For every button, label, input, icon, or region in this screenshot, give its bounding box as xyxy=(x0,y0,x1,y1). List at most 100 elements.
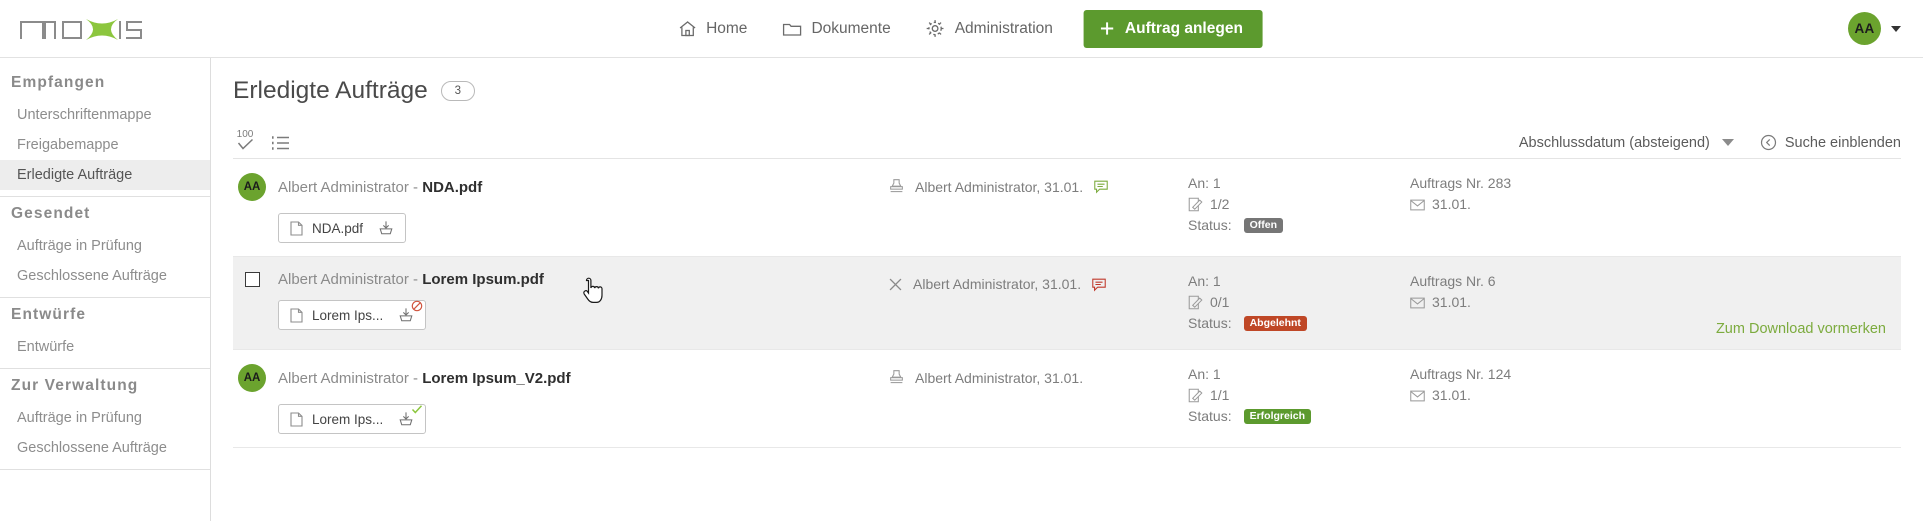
chevron-down-icon[interactable] xyxy=(1891,26,1901,32)
sort-dropdown-label: Abschlussdatum (absteigend) xyxy=(1519,135,1710,151)
sort-dropdown[interactable]: Abschlussdatum (absteigend) xyxy=(1519,135,1734,151)
create-order-label: Auftrag anlegen xyxy=(1125,20,1243,38)
row-status-label: Status: xyxy=(1188,406,1232,427)
row-status-column: An: 1 1/1 Status: Erfolgreich xyxy=(1188,364,1406,427)
file-chip-label: NDA.pdf xyxy=(312,221,363,236)
row-order-date: 31.01. xyxy=(1432,292,1471,313)
file-chip[interactable]: NDA.pdf xyxy=(278,213,406,243)
check-icon xyxy=(237,138,254,151)
row-order-column: Auftrags Nr. 124 31.01. xyxy=(1406,364,1901,406)
select-all-control[interactable]: 100 xyxy=(233,130,257,151)
row-recipients-label: An: 1 xyxy=(1188,173,1221,194)
row-recipients-label: An: 1 xyxy=(1188,271,1221,292)
file-chip[interactable]: Lorem Ips... xyxy=(278,300,426,330)
nav-item-dokumente[interactable]: Dokumente xyxy=(764,9,907,49)
mark-for-download-link[interactable]: Zum Download vormerken xyxy=(1716,321,1886,337)
row-document-header: AA Albert Administrator - NDA.pdf xyxy=(238,173,888,201)
body: Empfangen Unterschriftenmappe Freigabema… xyxy=(0,58,1923,521)
download-icon[interactable] xyxy=(378,220,394,236)
main-content: Erledigte Aufträge 3 100 xyxy=(211,58,1923,521)
row-owner: Albert Administrator xyxy=(278,271,409,288)
sidebar-item-verwaltung-auftraege-in-pruefung[interactable]: Aufträge in Prüfung xyxy=(0,403,210,433)
sidebar-group-entwuerfe: Entwürfe Entwürfe xyxy=(0,298,210,362)
row-document-column: AA Albert Administrator - Lorem Ipsum_V2… xyxy=(233,364,888,434)
sidebar-item-unterschriftenmappe[interactable]: Unterschriftenmappe xyxy=(0,100,210,130)
row-signature-column: Albert Administrator, 31.01. xyxy=(888,173,1188,195)
sidebar-group-zur-verwaltung: Zur Verwaltung Aufträge in Prüfung Gesch… xyxy=(0,369,210,463)
chevron-down-icon xyxy=(1722,139,1734,146)
row-signature-column: Albert Administrator, 31.01. xyxy=(888,271,1188,292)
file-chip-label: Lorem Ips... xyxy=(312,308,383,323)
row-progress: 1/2 xyxy=(1188,194,1406,215)
row-title: Albert Administrator - Lorem Ipsum_V2.pd… xyxy=(278,370,571,387)
row-title: Albert Administrator - Lorem Ipsum.pdf xyxy=(278,271,544,288)
sidebar-item-freigabemappe[interactable]: Freigabemappe xyxy=(0,130,210,160)
row-status-column: An: 1 1/2 Status: Offen xyxy=(1188,173,1406,236)
top-navigation: Home Dokumente Administration xyxy=(660,9,1263,49)
pdf-icon xyxy=(290,412,303,427)
row-recipients: An: 1 xyxy=(1188,271,1406,292)
collapse-left-icon xyxy=(1760,134,1777,151)
sidebar-item-entwuerfe[interactable]: Entwürfe xyxy=(0,332,210,362)
row-document-column: Albert Administrator - Lorem Ipsum.pdf L… xyxy=(233,271,888,330)
row-checkbox[interactable] xyxy=(245,272,260,287)
row-signature-text: Albert Administrator, 31.01. xyxy=(913,276,1081,292)
avatar: AA xyxy=(238,173,266,201)
page-header: Erledigte Aufträge 3 xyxy=(233,58,1901,121)
plus-icon xyxy=(1099,20,1116,37)
row-signature-column: Albert Administrator, 31.01. xyxy=(888,364,1188,386)
table-row[interactable]: AA Albert Administrator - NDA.pdf NDA.pd… xyxy=(233,159,1901,257)
row-separator: - xyxy=(409,370,422,387)
row-recipients-label: An: 1 xyxy=(1188,364,1221,385)
row-order-date-line: 31.01. xyxy=(1410,292,1901,313)
row-recipients: An: 1 xyxy=(1188,364,1406,385)
sidebar: Empfangen Unterschriftenmappe Freigabema… xyxy=(0,58,211,521)
row-separator: - xyxy=(409,271,422,288)
mail-icon xyxy=(1410,199,1425,211)
comment-icon[interactable] xyxy=(1091,277,1107,292)
sidebar-item-geschlossene-auftraege[interactable]: Geschlossene Aufträge xyxy=(0,261,210,291)
file-chip[interactable]: Lorem Ips... xyxy=(278,404,426,434)
download-icon[interactable] xyxy=(398,307,414,323)
row-progress-label: 1/2 xyxy=(1210,194,1229,215)
file-chip-label: Lorem Ips... xyxy=(312,412,383,427)
blocked-icon xyxy=(411,300,423,312)
row-order-column: Auftrags Nr. 283 31.01. xyxy=(1406,173,1901,215)
sidebar-item-auftraege-in-pruefung[interactable]: Aufträge in Prüfung xyxy=(0,231,210,261)
show-search-label: Suche einblenden xyxy=(1785,135,1901,151)
row-status-column: An: 1 0/1 Status: Abgelehnt xyxy=(1188,271,1406,334)
row-owner: Albert Administrator xyxy=(278,179,409,196)
moxis-logo xyxy=(18,9,144,49)
mail-icon xyxy=(1410,297,1425,309)
show-search-button[interactable]: Suche einblenden xyxy=(1760,134,1901,151)
sidebar-divider-4 xyxy=(0,469,210,470)
page-title: Erledigte Aufträge xyxy=(233,77,428,105)
avatar[interactable]: AA xyxy=(1848,12,1881,45)
nav-item-administration[interactable]: Administration xyxy=(908,9,1070,49)
nav-item-administration-label: Administration xyxy=(955,20,1053,38)
sidebar-item-erledigte-auftraege[interactable]: Erledigte Aufträge xyxy=(0,160,210,190)
status-badge: Abgelehnt xyxy=(1244,316,1307,332)
gear-icon xyxy=(925,18,946,39)
row-filename: Lorem Ipsum.pdf xyxy=(422,271,544,288)
row-filename: Lorem Ipsum_V2.pdf xyxy=(422,370,570,387)
nav-item-home[interactable]: Home xyxy=(660,9,764,49)
row-order-date: 31.01. xyxy=(1432,385,1471,406)
create-order-button[interactable]: Auftrag anlegen xyxy=(1084,10,1263,48)
status-badge: Erfolgreich xyxy=(1244,409,1311,425)
status-badge: Offen xyxy=(1244,218,1283,234)
sidebar-item-verwaltung-geschlossene-auftraege[interactable]: Geschlossene Aufträge xyxy=(0,433,210,463)
folder-icon xyxy=(781,19,802,39)
table-row[interactable]: Albert Administrator - Lorem Ipsum.pdf L… xyxy=(233,257,1901,350)
row-progress-label: 1/1 xyxy=(1210,385,1229,406)
comment-icon[interactable] xyxy=(1093,179,1109,194)
list-view-button[interactable] xyxy=(271,135,290,151)
row-signature-text: Albert Administrator, 31.01. xyxy=(915,179,1083,195)
row-separator: - xyxy=(409,179,422,196)
row-order-number: Auftrags Nr. 283 xyxy=(1410,173,1901,194)
table-row[interactable]: AA Albert Administrator - Lorem Ipsum_V2… xyxy=(233,350,1901,448)
avatar: AA xyxy=(238,364,266,392)
stamp-icon xyxy=(888,178,905,195)
signed-doc-icon xyxy=(1188,197,1203,212)
download-icon[interactable] xyxy=(398,411,414,427)
